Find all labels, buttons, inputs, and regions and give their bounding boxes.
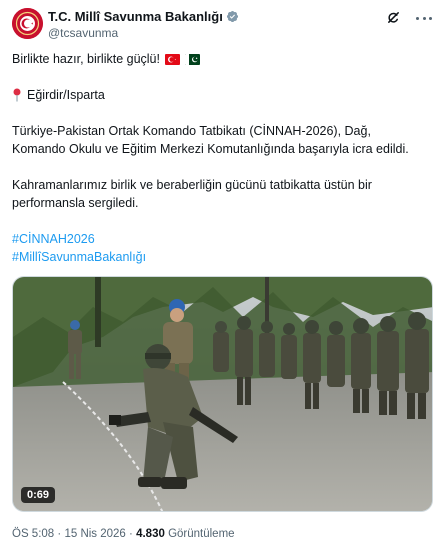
views-count: 4.830 (136, 528, 165, 540)
tweet-text: Birlikte hazır, birlikte güçlü! (12, 50, 432, 68)
tweet-meta: ÖS 5:08 · 15 Nis 2026 · 4.830 Görüntülem… (12, 528, 235, 540)
location-text: Eğirdir/Isparta (27, 88, 105, 102)
tweet-time[interactable]: ÖS 5:08 (12, 528, 54, 540)
tweet-header: T.C. Millî Savunma Bakanlığı @tcsavunma (12, 8, 433, 42)
account-display-name[interactable]: T.C. Millî Savunma Bakanlığı (48, 9, 223, 24)
pakistan-flag-icon (184, 53, 200, 65)
video-duration-badge: 0:69 (21, 487, 56, 503)
views-label: Görüntüleme (168, 528, 235, 540)
paragraph-2-line-1: Kahramanlarımız birlik ve beraberliğin g… (12, 178, 372, 192)
hashtag-cinnah2026[interactable]: #CİNNAH2026 (12, 230, 95, 248)
account-avatar[interactable] (12, 8, 43, 39)
meta-separator-2: · (129, 528, 133, 540)
video-frame (13, 277, 432, 511)
tweet-line-1: Birlikte hazır, birlikte güçlü! (12, 52, 160, 66)
account-handle[interactable]: @tcsavunma (48, 26, 118, 40)
more-options-icon[interactable] (415, 10, 433, 26)
turkey-flag-icon (164, 53, 180, 65)
tweet-video[interactable]: 0:69 (12, 276, 433, 512)
paragraph-1-line-2: Komando Okulu ve Eğitim Merkezi Komutanl… (12, 142, 409, 156)
tweet-paragraph-2: Kahramanlarımız birlik ve beraberliğin g… (12, 176, 432, 212)
grok-icon[interactable] (386, 10, 401, 25)
verified-badge-icon (226, 10, 238, 23)
tweet-paragraph-1: Türkiye-Pakistan Ortak Komando Tatbikatı… (12, 122, 432, 158)
meta-separator: · (57, 528, 62, 540)
tweet-hashtags: #CİNNAH2026 #MillîSavunmaBakanlığı (12, 230, 432, 266)
tweet-date[interactable]: 15 Nis 2026 (64, 528, 125, 540)
round-pushpin-icon (13, 88, 21, 102)
paragraph-2-line-2: performansla sergiledi. (12, 196, 139, 210)
paragraph-1-line-1: Türkiye-Pakistan Ortak Komando Tatbikatı… (12, 124, 371, 138)
tweet-location: Eğirdir/Isparta (12, 86, 432, 104)
hashtag-milli-savunma[interactable]: #MillîSavunmaBakanlığı (12, 248, 146, 266)
